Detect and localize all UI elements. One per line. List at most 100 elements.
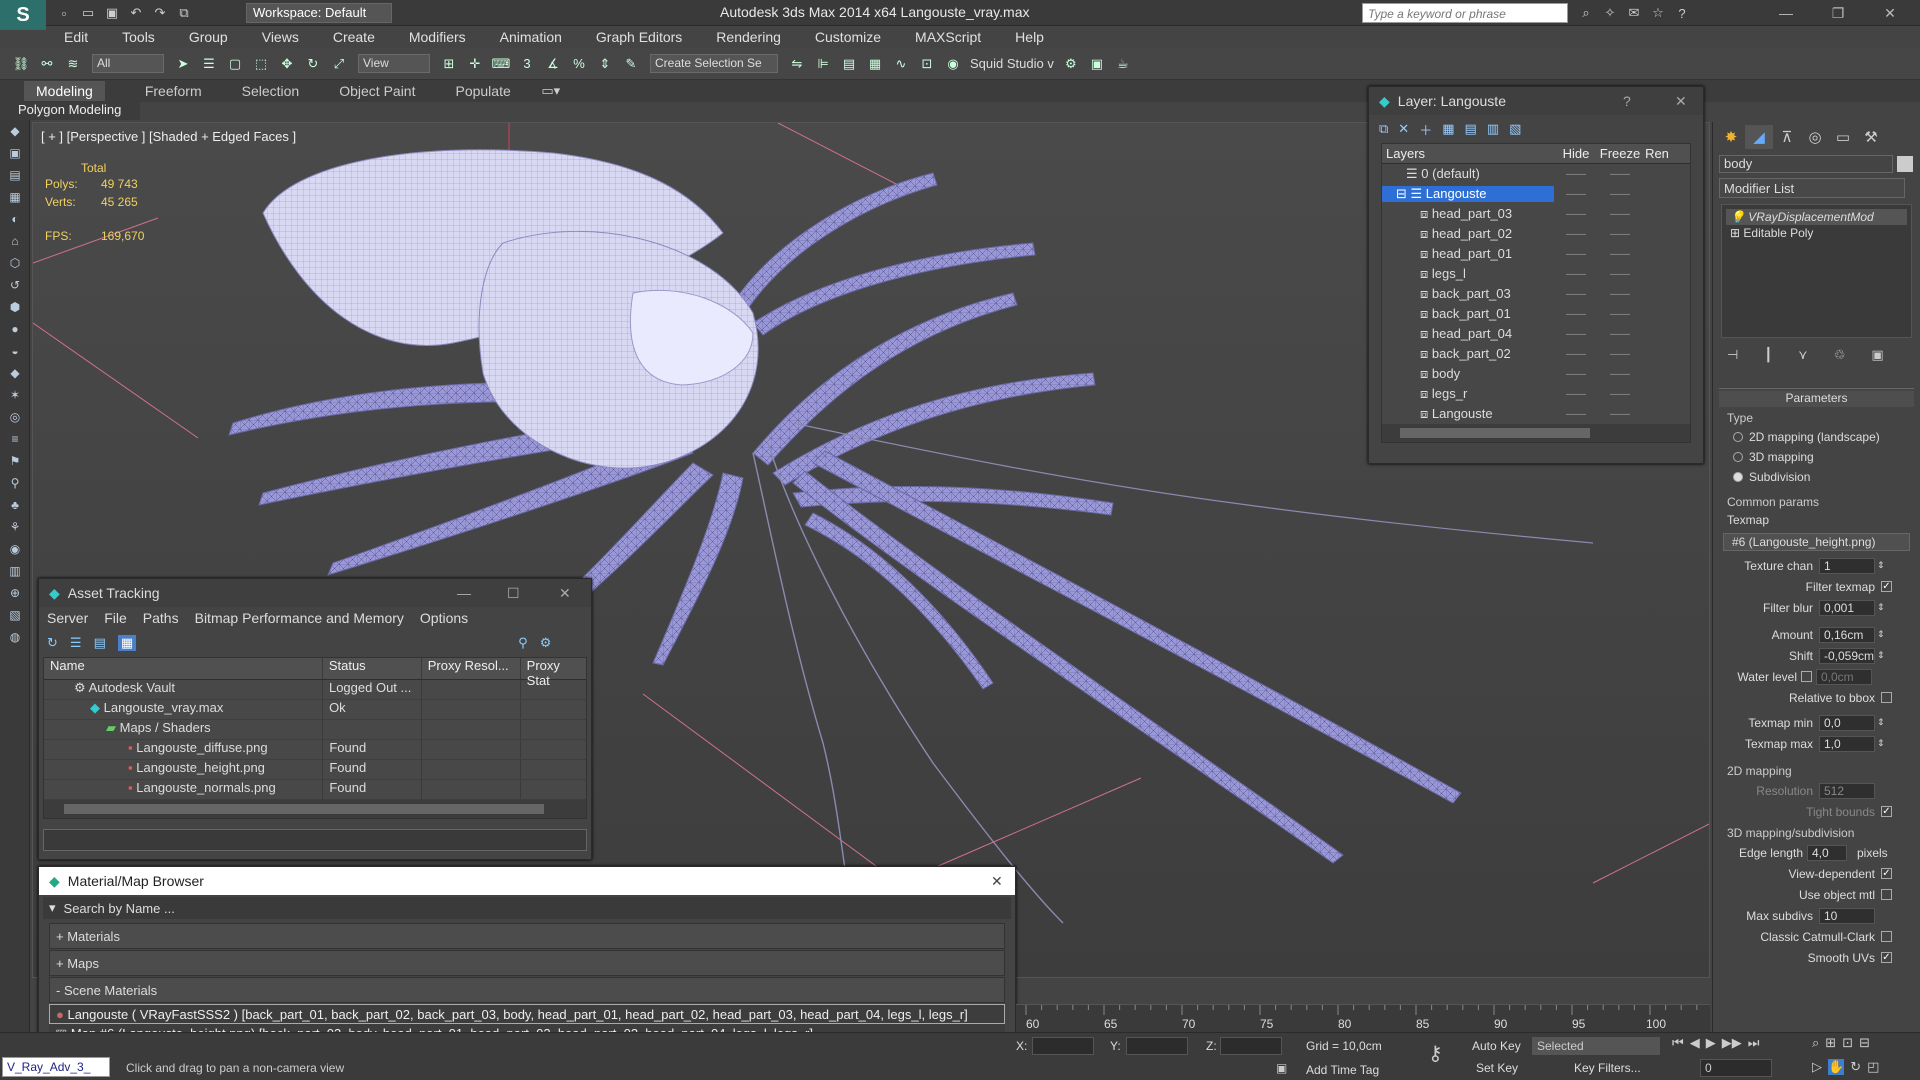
table-view-icon[interactable]: ▦ <box>117 635 137 651</box>
orbit-icon[interactable]: ↻ <box>1850 1059 1861 1075</box>
angle-snap-icon[interactable]: ∡ <box>542 53 564 75</box>
radio-3d[interactable] <box>1733 452 1743 462</box>
material-search-input[interactable]: Search by Name ... <box>64 901 175 916</box>
binoculars-icon[interactable]: ⌕ <box>1576 4 1596 22</box>
align-icon[interactable]: ⊫ <box>812 53 834 75</box>
amount-input[interactable]: 0,16cm <box>1819 626 1875 643</box>
type-2d-mapping[interactable]: 2D mapping (landscape) <box>1719 427 1914 447</box>
z-coord-input[interactable] <box>1220 1037 1282 1055</box>
group-maps[interactable]: + Maps <box>49 950 1005 976</box>
layer-row[interactable]: ⧈ back_part_03 —— —— <box>1382 284 1690 304</box>
asset-minimize-icon[interactable]: — <box>457 585 471 601</box>
layer-row[interactable]: ⧈ back_part_01 —— —— <box>1382 304 1690 324</box>
tab-freeform[interactable]: Freeform <box>145 83 202 99</box>
menu-modifiers[interactable]: Modifiers <box>409 29 466 45</box>
list-view-icon[interactable]: ☰ <box>70 635 82 651</box>
layer-row[interactable]: ⧈ head_part_03 —— —— <box>1382 204 1690 224</box>
key-filters-button[interactable]: Key Filters... <box>1574 1061 1641 1075</box>
layer-help-icon[interactable]: ? <box>1623 93 1631 109</box>
move-icon[interactable]: ✥ <box>276 53 298 75</box>
highlight-layer-icon[interactable]: ▤ <box>1465 121 1477 137</box>
refresh-icon[interactable]: ↻ <box>47 635 58 651</box>
tool-20-icon[interactable]: ◉ <box>0 538 30 560</box>
bind-space-warp-icon[interactable]: ≋ <box>62 53 84 75</box>
new-file-icon[interactable]: ▫ <box>54 4 74 22</box>
workspace-dropdown[interactable]: Workspace: Default <box>246 3 392 23</box>
tool-16-icon[interactable]: ⚑ <box>0 450 30 472</box>
tab-object-paint[interactable]: Object Paint <box>339 83 415 99</box>
set-key-button[interactable]: Set Key <box>1476 1061 1518 1075</box>
play-icon[interactable]: ▶ <box>1706 1035 1716 1051</box>
make-unique-icon[interactable]: ⋎ <box>1798 347 1808 363</box>
undo-icon[interactable]: ↶ <box>126 4 146 22</box>
ribbon-polygon-modeling[interactable]: Polygon Modeling <box>0 102 140 120</box>
tool-11-icon[interactable]: ◒ <box>0 340 30 362</box>
tree-view-icon[interactable]: ▤ <box>94 635 106 651</box>
freeze-all-layers-icon[interactable]: ▧ <box>1509 121 1521 137</box>
asset-maximize-icon[interactable]: ☐ <box>507 585 520 602</box>
zoom-all-icon[interactable]: ⊞ <box>1825 1035 1836 1051</box>
tab-modeling[interactable]: Modeling <box>24 81 105 101</box>
menu-animation[interactable]: Animation <box>500 29 562 45</box>
tool-2-icon[interactable]: ▣ <box>0 142 30 164</box>
col-freeze[interactable]: Freeze <box>1598 146 1642 161</box>
col-hide[interactable]: Hide <box>1554 146 1598 161</box>
smooth-uvs-checkbox[interactable]: ✓ <box>1881 952 1892 963</box>
maximize-viewport-icon[interactable]: ⊟ <box>1859 1035 1870 1051</box>
layer-row[interactable]: ⧈ legs_r —— —— <box>1382 384 1690 404</box>
classic-catmull-checkbox[interactable] <box>1881 931 1892 942</box>
help-icon[interactable]: ? <box>1672 4 1692 22</box>
col-status[interactable]: Status <box>323 658 422 679</box>
asset-hscrollbar[interactable] <box>44 800 586 818</box>
key-set-dropdown[interactable]: Selected <box>1532 1037 1660 1055</box>
open-file-icon[interactable]: ▭ <box>78 4 98 22</box>
maxscript-listener[interactable]: V_Ray_Adv_3_ <box>2 1057 110 1077</box>
material-editor-icon[interactable]: ◉ <box>942 53 964 75</box>
object-name-input[interactable]: body <box>1719 155 1893 173</box>
create-tab-icon[interactable]: ✸ <box>1717 125 1745 149</box>
filter-blur-input[interactable]: 0,001 <box>1819 599 1875 616</box>
texture-chan-input[interactable]: 1 <box>1819 557 1875 574</box>
spinner-icon[interactable]: ⇕ <box>1877 650 1885 661</box>
tool-4-icon[interactable]: ▦ <box>0 186 30 208</box>
configure-sets-icon[interactable]: ▣ <box>1871 347 1883 363</box>
layer-row[interactable]: ⧈ head_part_01 —— —— <box>1382 244 1690 264</box>
tool-18-icon[interactable]: ♣ <box>0 494 30 516</box>
col-layers[interactable]: Layers <box>1382 146 1554 161</box>
current-frame-input[interactable]: 0 <box>1700 1059 1772 1077</box>
layer-close-icon[interactable]: ✕ <box>1675 93 1687 110</box>
spinner-icon[interactable]: ⇕ <box>1877 602 1885 613</box>
tool-7-icon[interactable]: ⬡ <box>0 252 30 274</box>
delete-layer-icon[interactable]: ✕ <box>1398 121 1409 137</box>
menu-create[interactable]: Create <box>333 29 375 45</box>
modify-tab-icon[interactable]: ◢ <box>1745 125 1773 149</box>
asset-row[interactable]: ⚙ Autodesk Vault Logged Out ... <box>44 680 586 700</box>
display-tab-icon[interactable]: ▭ <box>1829 125 1857 149</box>
spinner-icon[interactable]: ⇕ <box>1877 717 1885 728</box>
tool-19-icon[interactable]: ⚘ <box>0 516 30 538</box>
col-render[interactable]: Ren <box>1642 146 1672 161</box>
scene-material-item[interactable]: ● Langouste ( VRayFastSSS2 ) [back_part_… <box>49 1004 1005 1024</box>
asset-menu-server[interactable]: Server <box>47 610 88 626</box>
asset-row[interactable]: ▰ Maps / Shaders <box>44 720 586 740</box>
hierarchy-tab-icon[interactable]: ⊼ <box>1773 125 1801 149</box>
go-to-end-icon[interactable]: ⏭ <box>1748 1035 1760 1051</box>
asset-row[interactable]: ▪ Langouste_diffuse.png Found <box>44 740 586 760</box>
link-icon[interactable]: ⛓ <box>10 53 32 75</box>
field-of-view-icon[interactable]: ▷ <box>1812 1059 1822 1075</box>
ribbon-options-icon[interactable]: ▭▾ <box>541 82 561 100</box>
pan-view-icon[interactable]: ✋ <box>1828 1059 1845 1075</box>
keyboard-shortcut-icon[interactable]: ⌨ <box>490 53 512 75</box>
snap-icon[interactable]: 3 <box>516 53 538 75</box>
motion-tab-icon[interactable]: ◎ <box>1801 125 1829 149</box>
unlink-icon[interactable]: ⚯ <box>36 53 58 75</box>
col-name[interactable]: Name <box>44 658 323 679</box>
tool-12-icon[interactable]: ◆ <box>0 362 30 384</box>
search-options-icon[interactable]: ▾ <box>49 900 56 916</box>
layer-row[interactable]: ⧈ legs_l —— —— <box>1382 264 1690 284</box>
menu-views[interactable]: Views <box>262 29 299 45</box>
restore-button[interactable]: ❐ <box>1820 2 1856 24</box>
spinner-snap-icon[interactable]: ⇕ <box>594 53 616 75</box>
next-frame-icon[interactable]: ▶▶ <box>1722 1035 1742 1051</box>
squid-studio-label[interactable]: Squid Studio v <box>970 56 1054 71</box>
